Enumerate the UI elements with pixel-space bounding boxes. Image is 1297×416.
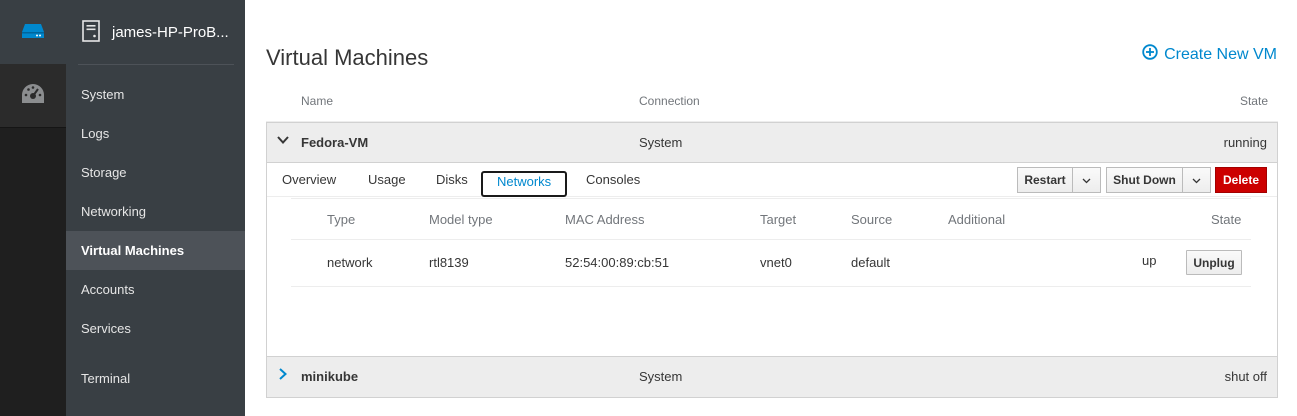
- network-model: rtl8139: [429, 255, 469, 270]
- nav-item-logs[interactable]: Logs: [66, 114, 245, 153]
- restart-button[interactable]: Restart: [1017, 167, 1073, 193]
- column-target: Target: [760, 212, 797, 227]
- caret-down-icon: [1192, 173, 1201, 187]
- tab-networks[interactable]: Networks: [481, 171, 568, 197]
- dashboard-button[interactable]: [0, 64, 66, 128]
- vm-name: minikube: [301, 369, 359, 384]
- vm-row-minikube[interactable]: minikube System shut off: [266, 357, 1278, 398]
- vm-list-header: Name Connection State: [266, 80, 1278, 122]
- chevron-down-icon[interactable]: [276, 133, 290, 150]
- restart-menu-toggle[interactable]: [1072, 167, 1101, 193]
- server-icon: [82, 19, 100, 45]
- page-title: Virtual Machines: [266, 45, 429, 70]
- nav-item-networking[interactable]: Networking: [66, 192, 245, 231]
- create-new-vm-link[interactable]: Create New VM: [1142, 44, 1277, 65]
- networks-table-header: Type Model type MAC Address Target Sourc…: [291, 198, 1251, 240]
- network-target: vnet0: [760, 255, 792, 270]
- table-row: network rtl8139 52:54:00:89:cb:51 vnet0 …: [291, 240, 1251, 287]
- column-source: Source: [851, 212, 893, 227]
- shut-down-button[interactable]: Shut Down: [1106, 167, 1183, 193]
- icon-rail: [0, 0, 66, 416]
- vm-row-fedora[interactable]: Fedora-VM System running: [266, 122, 1278, 163]
- host-switcher[interactable]: [0, 0, 66, 64]
- nav-item-virtual-machines[interactable]: Virtual Machines: [66, 231, 245, 270]
- column-type: Type: [327, 212, 356, 227]
- chevron-right-icon[interactable]: [276, 367, 290, 384]
- server-icon: [21, 23, 45, 42]
- vm-connection: System: [639, 135, 683, 150]
- network-source: default: [851, 255, 891, 270]
- unplug-button[interactable]: Unplug: [1186, 250, 1242, 275]
- nav-item-services[interactable]: Services: [66, 309, 245, 348]
- tab-overview[interactable]: Overview: [282, 172, 336, 187]
- vm-detail-panel: Overview Usage Disks Networks Consoles R…: [266, 163, 1278, 357]
- vm-name: Fedora-VM: [301, 135, 369, 150]
- navigation-sidebar: james-HP-ProB... System Logs Storage Net…: [66, 0, 245, 416]
- network-state: up: [1142, 253, 1157, 268]
- caret-down-icon: [1082, 173, 1091, 187]
- network-type: network: [327, 255, 373, 270]
- vm-tabs: Overview Usage Disks Networks Consoles R…: [267, 163, 1277, 197]
- host-header[interactable]: james-HP-ProB...: [66, 0, 245, 64]
- delete-button[interactable]: Delete: [1215, 167, 1267, 193]
- nav-item-system[interactable]: System: [66, 75, 245, 114]
- nav-item-storage[interactable]: Storage: [66, 153, 245, 192]
- column-name: Name: [301, 94, 334, 108]
- nav-item-terminal[interactable]: Terminal: [66, 359, 245, 398]
- divider: [78, 64, 234, 65]
- networks-table: Type Model type MAC Address Target Sourc…: [291, 198, 1251, 287]
- host-name: james-HP-ProB...: [112, 23, 229, 41]
- column-model-type: Model type: [429, 212, 493, 227]
- column-additional: Additional: [948, 212, 1006, 227]
- vm-list: Name Connection State Fedora-VM System r…: [266, 80, 1278, 398]
- column-state: State: [1211, 212, 1242, 227]
- tab-usage[interactable]: Usage: [368, 172, 406, 187]
- vm-connection: System: [639, 369, 683, 384]
- column-mac-address: MAC Address: [565, 212, 645, 227]
- main-content: Virtual Machines Create New VM Name Conn…: [245, 0, 1297, 416]
- dashboard-icon: [21, 83, 45, 108]
- tab-consoles[interactable]: Consoles: [586, 172, 640, 187]
- vm-state: running: [1223, 135, 1267, 150]
- network-mac: 52:54:00:89:cb:51: [565, 255, 670, 270]
- vm-state: shut off: [1224, 369, 1267, 384]
- shut-down-menu-toggle[interactable]: [1182, 167, 1211, 193]
- column-connection: Connection: [639, 94, 700, 108]
- plus-circle-icon: [1142, 44, 1158, 65]
- column-state: State: [1239, 94, 1268, 108]
- tab-disks[interactable]: Disks: [436, 172, 468, 187]
- create-new-vm-label: Create New VM: [1164, 45, 1277, 63]
- nav-item-accounts[interactable]: Accounts: [66, 270, 245, 309]
